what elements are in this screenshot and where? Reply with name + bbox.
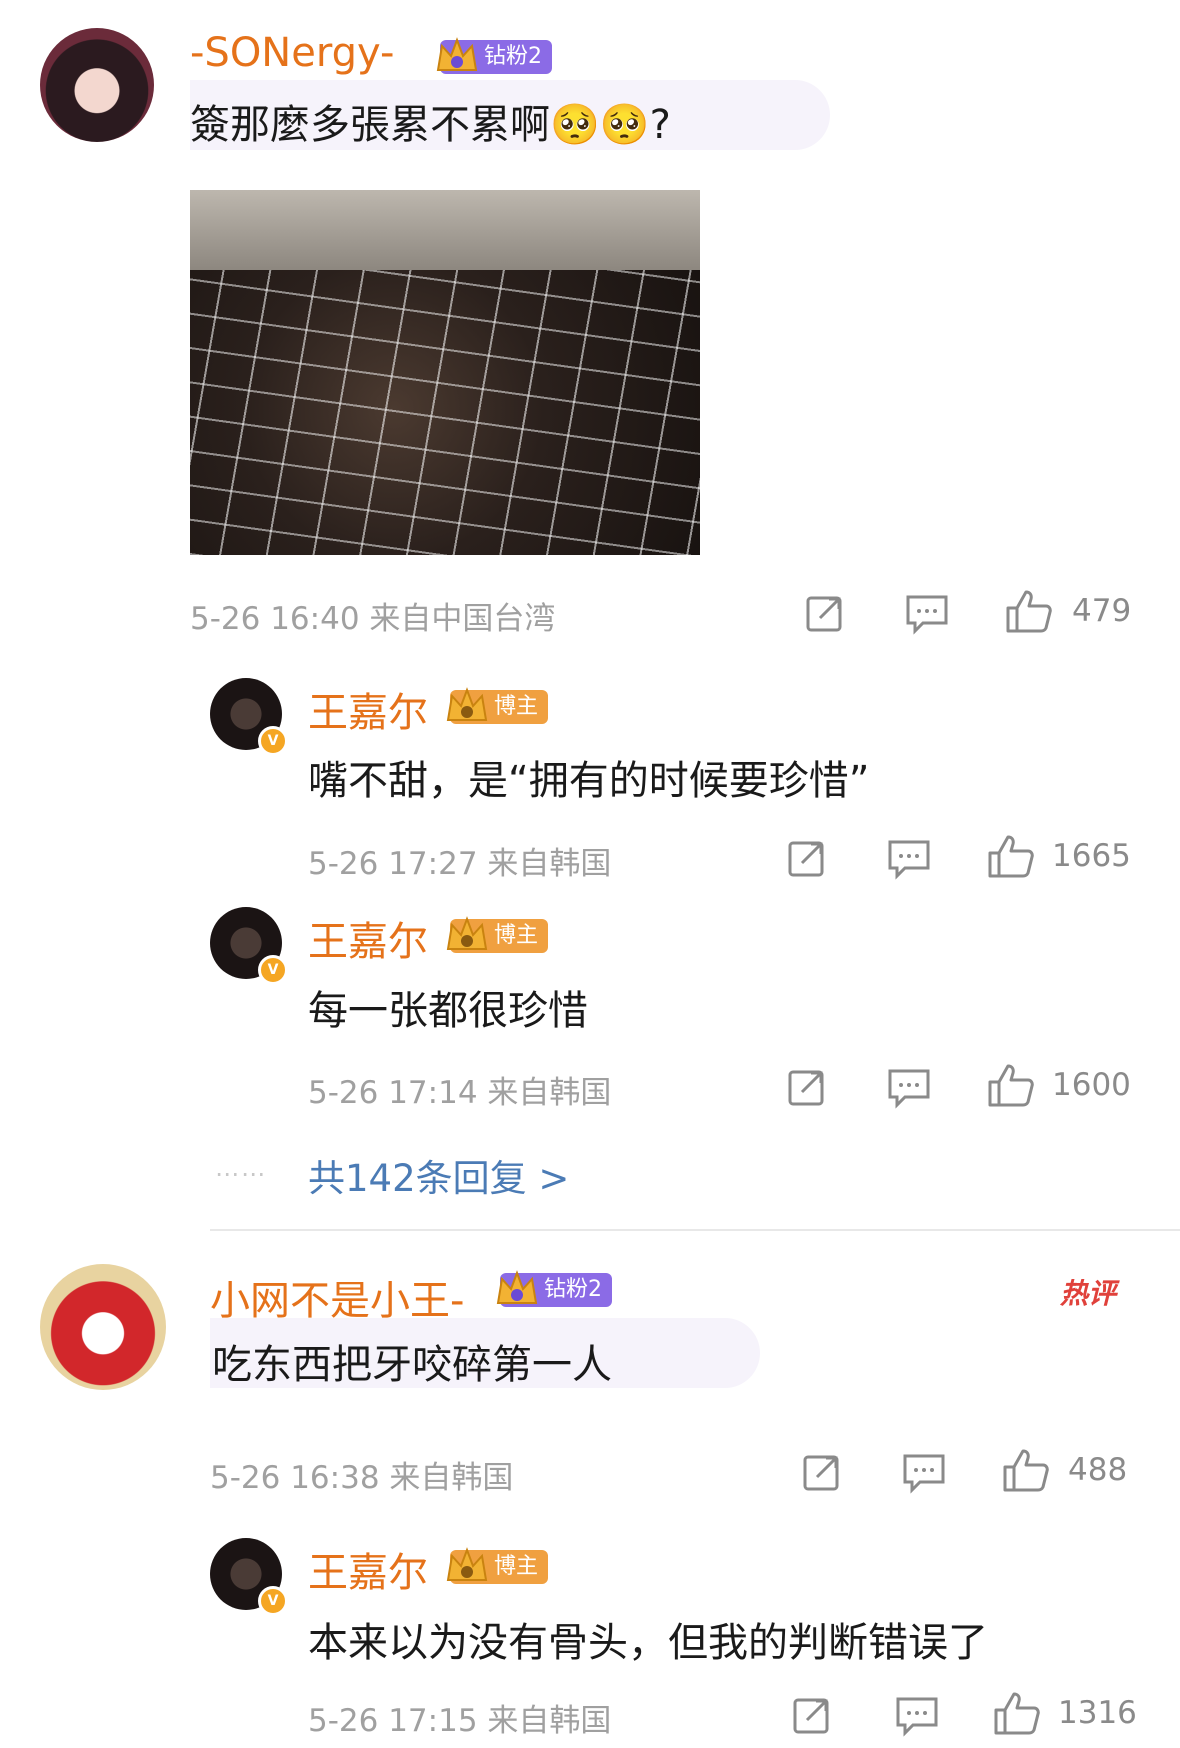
share-icon[interactable] [787,1067,829,1109]
reply-text: 本来以为没有骨头，但我的判断错误了 [308,1620,988,1666]
timestamp: 5-26 17:14 来自韩国 [308,1075,612,1111]
like-icon[interactable] [1005,588,1053,634]
hot-comment-label: 热评 [1060,1277,1117,1310]
like-count: 488 [1068,1452,1128,1488]
like-icon[interactable] [987,1062,1035,1108]
comment-text: 簽那麼多張累不累啊🥺🥺? [190,102,671,148]
like-count: 1600 [1052,1067,1131,1103]
comment-icon[interactable] [905,593,949,635]
location: 来自韩国 [389,1460,514,1496]
avatar[interactable] [40,1264,166,1390]
location: 来自韩国 [487,1703,612,1739]
username[interactable]: 王嘉尔 [308,680,428,738]
location: 来自韩国 [487,846,612,882]
location: 来自韩国 [487,1075,612,1111]
like-icon[interactable] [993,1690,1041,1736]
username[interactable]: 王嘉尔 [308,909,428,967]
verified-icon: V [258,1586,288,1616]
verified-icon: V [258,726,288,756]
crown-icon [436,37,478,71]
like-count: 1316 [1058,1695,1137,1731]
crown-icon [446,1547,488,1581]
crown-icon [496,1270,538,1304]
comment-icon[interactable] [887,1067,931,1109]
location: 来自中国台湾 [369,601,556,637]
reply-text: 每一张都很珍惜 [308,988,588,1034]
username[interactable]: -SONergy- [190,30,394,76]
divider [210,1229,1180,1231]
timestamp: 5-26 16:40 来自中国台湾 [190,601,556,637]
like-icon[interactable] [1002,1447,1050,1493]
comment-icon[interactable] [902,1452,946,1494]
dots-divider: ⋯⋯ [215,1160,267,1188]
share-icon[interactable] [787,838,829,880]
reply-text: 嘴不甜，是“拥有的时候要珍惜” [308,758,870,804]
fan-badge: 钻粉2 [496,1270,612,1307]
username[interactable]: 王嘉尔 [308,1540,428,1598]
share-icon[interactable] [805,593,847,635]
timestamp: 5-26 17:27 来自韩国 [308,846,612,882]
comment-icon[interactable] [887,838,931,880]
comment-image[interactable] [190,190,700,555]
comment-icon[interactable] [895,1695,939,1737]
like-count: 1665 [1052,838,1131,874]
comment-text: 吃东西把牙咬碎第一人 [212,1342,612,1388]
share-icon[interactable] [802,1452,844,1494]
crown-icon [446,687,488,721]
timestamp: 5-26 17:15 来自韩国 [308,1703,612,1739]
timestamp: 5-26 16:38 来自韩国 [210,1460,514,1496]
like-count: 479 [1072,593,1132,629]
blogger-badge: 博主 [446,687,549,724]
verified-icon: V [258,955,288,985]
share-icon[interactable] [792,1695,834,1737]
more-replies-link[interactable]: 共142条回复 > [308,1148,569,1202]
blogger-badge: 博主 [446,916,549,953]
fan-badge: 钻粉2 [436,37,552,74]
avatar[interactable] [40,28,154,142]
like-icon[interactable] [987,833,1035,879]
blogger-badge: 博主 [446,1547,549,1584]
crown-icon [446,916,488,950]
